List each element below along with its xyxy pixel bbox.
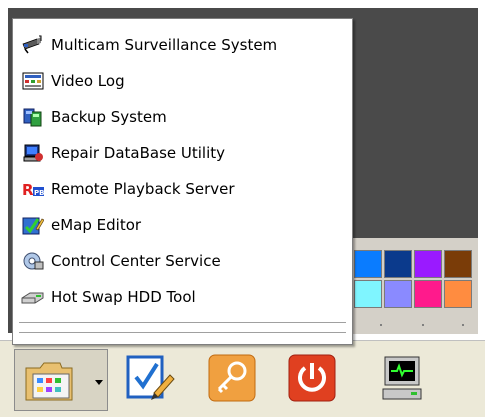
menu-item-repair-database-utility[interactable]: Repair DataBase Utility: [17, 137, 348, 169]
menu-item-label: Multicam Surveillance System: [51, 36, 278, 54]
hdd-tool-icon: [21, 286, 45, 308]
color-swatch[interactable]: [414, 250, 442, 278]
app-launcher-button[interactable]: [14, 349, 108, 411]
power-icon: [287, 353, 337, 407]
menu-item-label: Control Center Service: [51, 252, 221, 270]
menu-item-label: Hot Swap HDD Tool: [51, 288, 196, 306]
menu-item-label: eMap Editor: [51, 216, 142, 234]
bottom-toolbar: [0, 340, 485, 417]
color-swatch[interactable]: [444, 280, 472, 308]
control-center-icon: [21, 250, 45, 272]
menu-item-label: Remote Playback Server: [51, 180, 235, 198]
menu-item-hot-swap-hdd-tool[interactable]: Hot Swap HDD Tool: [17, 281, 348, 313]
divider-strip: [342, 316, 478, 334]
start-menu-popup: Multicam Surveillance System Video Log B: [12, 18, 353, 345]
menu-item-label: Repair DataBase Utility: [51, 144, 226, 162]
monitor-icon: [377, 353, 427, 407]
menu-item-emap-editor[interactable]: eMap Editor: [17, 209, 348, 241]
svg-text:R: R: [22, 181, 34, 199]
color-swatch[interactable]: [444, 250, 472, 278]
menu-item-control-center-service[interactable]: Control Center Service: [17, 245, 348, 277]
checklist-edit-button[interactable]: [118, 349, 182, 411]
menu-item-label: Video Log: [51, 72, 125, 90]
color-swatch[interactable]: [384, 250, 412, 278]
app-launcher-icon: [23, 360, 75, 406]
checklist-edit-icon: [124, 353, 176, 407]
emap-editor-icon: [21, 214, 45, 236]
power-button[interactable]: [280, 349, 344, 411]
color-swatch[interactable]: [384, 280, 412, 308]
menu-item-label: Backup System: [51, 108, 167, 126]
menu-item-video-log[interactable]: Video Log: [17, 65, 348, 97]
color-swatch[interactable]: [354, 280, 382, 308]
menu-separator: [19, 332, 346, 334]
key-icon: [207, 353, 257, 407]
chevron-down-icon[interactable]: [95, 380, 103, 385]
key-button[interactable]: [200, 349, 264, 411]
remote-playback-icon: R PB: [21, 178, 45, 200]
repair-database-icon: [21, 142, 45, 164]
svg-text:PB: PB: [34, 189, 44, 197]
menu-item-remote-playback-server[interactable]: R PB Remote Playback Server: [17, 173, 348, 205]
menu-separator: [19, 322, 346, 324]
monitor-button[interactable]: [370, 349, 434, 411]
menu-item-multicam-surveillance-system[interactable]: Multicam Surveillance System: [17, 29, 348, 61]
surveillance-camera-icon: [21, 34, 45, 56]
menu-item-backup-system[interactable]: Backup System: [17, 101, 348, 133]
video-log-icon: [21, 70, 45, 92]
backup-icon: [21, 106, 45, 128]
color-swatch[interactable]: [354, 250, 382, 278]
color-swatch[interactable]: [414, 280, 442, 308]
